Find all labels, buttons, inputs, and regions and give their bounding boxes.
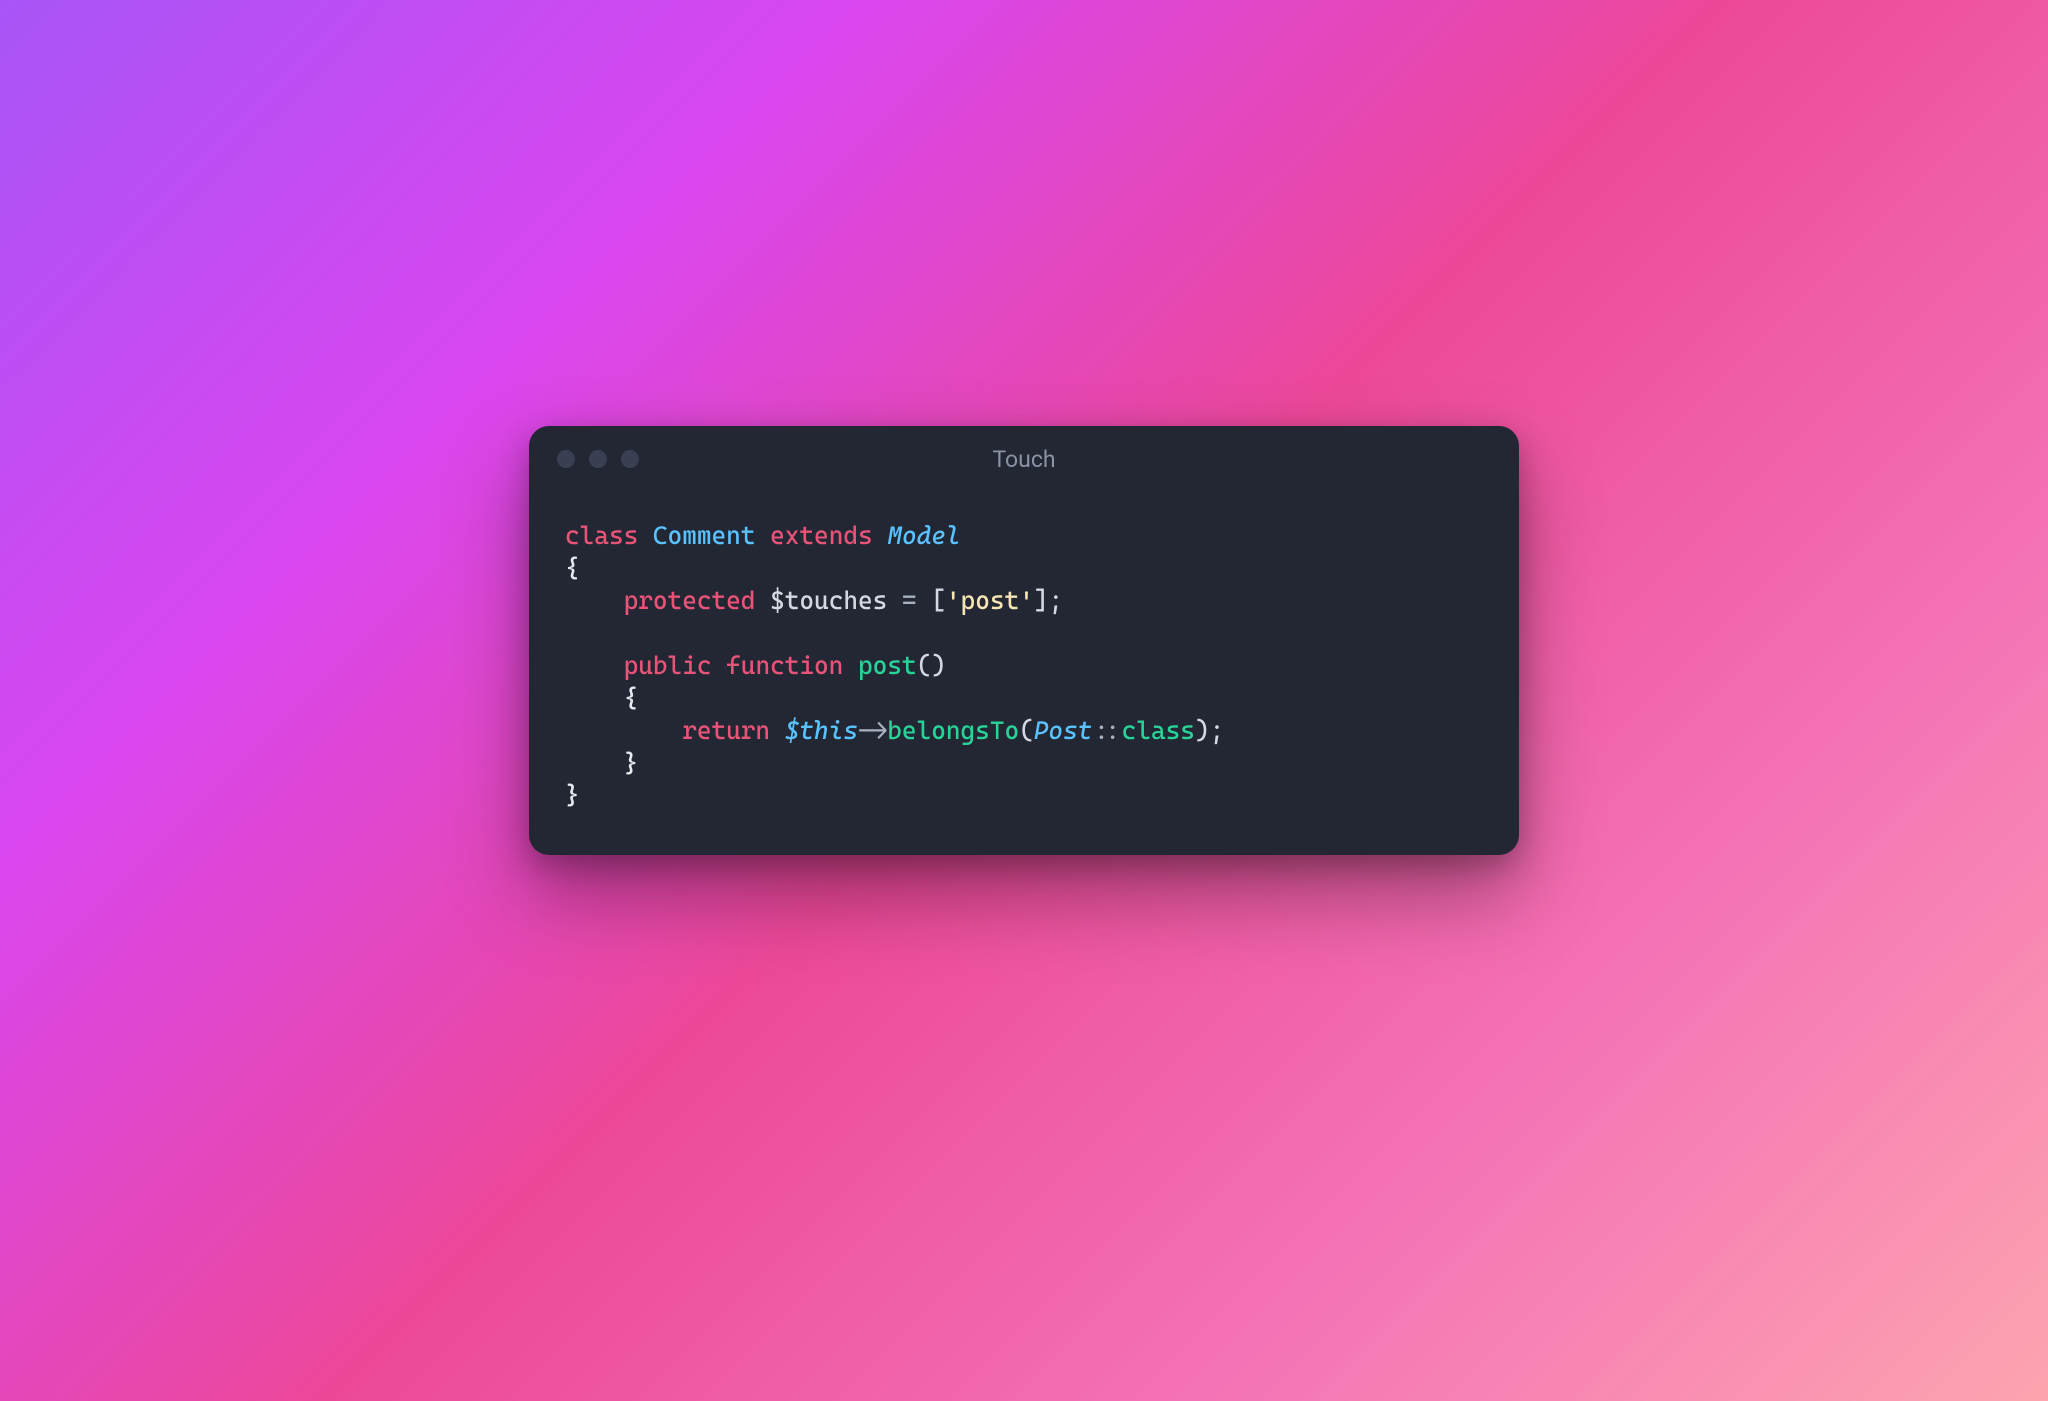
keyword-public: public (624, 651, 712, 680)
close-icon[interactable] (557, 450, 575, 468)
window-titlebar: Touch (529, 426, 1519, 478)
operator-eq: = (887, 586, 931, 615)
code-content[interactable]: class Comment extends Model { protected … (529, 478, 1519, 855)
keyword-class: class (565, 521, 638, 550)
code-window: Touch class Comment extends Model { prot… (529, 426, 1519, 855)
keyword-extends: extends (770, 521, 873, 550)
parens: () (917, 651, 946, 680)
keyword-protected: protected (624, 586, 756, 615)
operator-arrow: -> (858, 716, 887, 745)
parent-class: Model (887, 521, 960, 550)
string-quote: ' (1019, 586, 1034, 615)
bracket-close: ] (1034, 586, 1049, 615)
function-name: post (858, 651, 917, 680)
window-title: Touch (992, 446, 1055, 473)
maximize-icon[interactable] (621, 450, 639, 468)
minimize-icon[interactable] (589, 450, 607, 468)
string-post: post (961, 586, 1020, 615)
method-belongsto: belongsTo (887, 716, 1019, 745)
semicolon: ; (1048, 586, 1063, 615)
variable-this: $this (785, 716, 858, 745)
brace-close: } (624, 749, 639, 778)
class-name: Comment (653, 521, 756, 550)
brace-open: { (565, 554, 580, 583)
brace-close: } (565, 781, 580, 810)
paren-open: ( (1019, 716, 1034, 745)
paren-close: ) (1195, 716, 1210, 745)
scope-op: :: (1092, 716, 1121, 745)
keyword-function: function (726, 651, 843, 680)
variable-touches: $touches (770, 586, 887, 615)
class-post: Post (1034, 716, 1093, 745)
bracket-open: [ (931, 586, 946, 615)
keyword-return: return (682, 716, 770, 745)
class-keyword: class (1122, 716, 1195, 745)
semicolon: ; (1210, 716, 1225, 745)
traffic-lights (557, 450, 639, 468)
string-quote: ' (946, 586, 961, 615)
brace-open: { (624, 684, 639, 713)
